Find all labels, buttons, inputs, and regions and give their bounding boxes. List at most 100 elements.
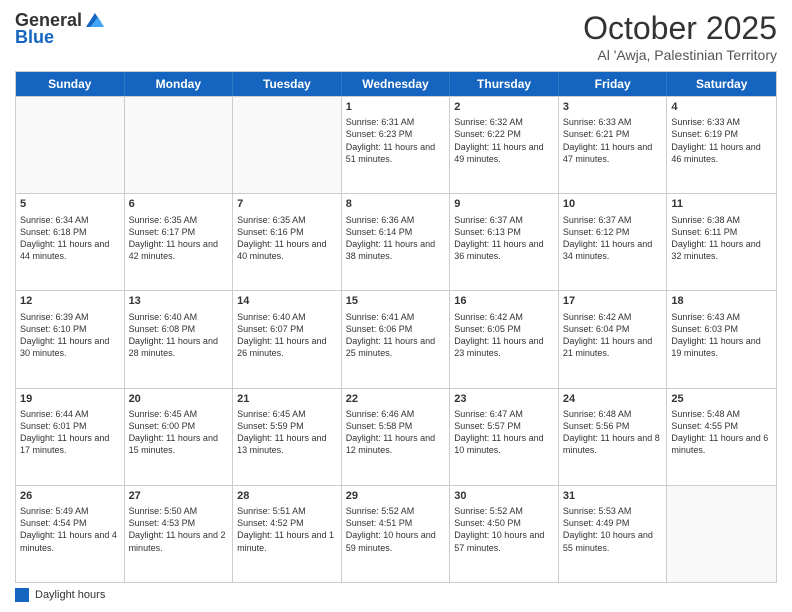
cell-day-number: 25 xyxy=(671,392,772,406)
title-block: October 2025 Al 'Awja, Palestinian Terri… xyxy=(583,10,777,63)
cell-day-number: 10 xyxy=(563,197,663,211)
cell-day-number: 13 xyxy=(129,294,229,308)
cell-info: Sunrise: 5:51 AM Sunset: 4:52 PM Dayligh… xyxy=(237,505,337,554)
cell-info: Sunrise: 6:45 AM Sunset: 5:59 PM Dayligh… xyxy=(237,408,337,457)
cell-day-number: 19 xyxy=(20,392,120,406)
cell-info: Sunrise: 6:39 AM Sunset: 6:10 PM Dayligh… xyxy=(20,311,120,360)
cal-cell-2: 2 Sunrise: 6:32 AM Sunset: 6:22 PM Daylig… xyxy=(450,97,559,193)
cal-cell-22: 22Sunrise: 6:46 AM Sunset: 5:58 PM Dayli… xyxy=(342,389,451,485)
cell-day-number: 9 xyxy=(454,197,554,211)
cell-day-number: 3 xyxy=(563,100,663,114)
cell-info: Sunrise: 5:52 AM Sunset: 4:50 PM Dayligh… xyxy=(454,505,554,554)
cal-cell-24: 24 Sunrise: 6:48 AM Sunset: 5:56 PM Dayli… xyxy=(559,389,668,485)
cell-day-number: 1 xyxy=(346,100,446,114)
cal-cell-14: 14 Sunrise: 6:40 AM Sunset: 6:07 PM Dayli… xyxy=(233,291,342,387)
cell-info: Sunrise: 6:33 AM Sunset: 6:19 PM Dayligh… xyxy=(671,116,772,165)
cell-info: Sunrise: 6:35 AM Sunset: 6:17 PM Dayligh… xyxy=(129,214,229,263)
calendar-row-2: 12 Sunrise: 6:39 AM Sunset: 6:10 PM Dayli… xyxy=(16,290,776,387)
cell-info: Sunrise: 6:46 AM Sunset: 5:58 PM Dayligh… xyxy=(346,408,446,457)
cell-day-number: 5 xyxy=(20,197,120,211)
cell-info: Sunrise: 6:37 AM Sunset: 6:12 PM Dayligh… xyxy=(563,214,663,263)
cell-day-number: 6 xyxy=(129,197,229,211)
location-title: Al 'Awja, Palestinian Territory xyxy=(583,47,777,63)
cell-info: Sunrise: 6:35 AM Sunset: 6:16 PM Dayligh… xyxy=(237,214,337,263)
cell-day-number: 11 xyxy=(671,197,772,211)
cell-info: Sunrise: 6:42 AM Sunset: 6:05 PM Dayligh… xyxy=(454,311,554,360)
cell-info: Sunrise: 6:34 AM Sunset: 6:18 PM Dayligh… xyxy=(20,214,120,263)
cell-info: Sunrise: 5:52 AM Sunset: 4:51 PM Dayligh… xyxy=(346,505,446,554)
cal-cell-27: 27 Sunrise: 5:50 AM Sunset: 4:53 PM Dayli… xyxy=(125,486,234,582)
cell-day-number: 15 xyxy=(346,294,446,308)
cal-cell-28: 28 Sunrise: 5:51 AM Sunset: 4:52 PM Dayli… xyxy=(233,486,342,582)
month-title: October 2025 xyxy=(583,10,777,47)
calendar-row-0: 1 Sunrise: 6:31 AM Sunset: 6:23 PM Daylig… xyxy=(16,96,776,193)
cal-cell-empty-0-2 xyxy=(233,97,342,193)
cell-info: Sunrise: 6:38 AM Sunset: 6:11 PM Dayligh… xyxy=(671,214,772,263)
cell-info: Sunrise: 5:48 AM Sunset: 4:55 PM Dayligh… xyxy=(671,408,772,457)
cell-day-number: 4 xyxy=(671,100,772,114)
cal-cell-21: 21Sunrise: 6:45 AM Sunset: 5:59 PM Dayli… xyxy=(233,389,342,485)
cal-cell-15: 15Sunrise: 6:41 AM Sunset: 6:06 PM Dayli… xyxy=(342,291,451,387)
cell-info: Sunrise: 6:32 AM Sunset: 6:22 PM Dayligh… xyxy=(454,116,554,165)
cell-info: Sunrise: 5:49 AM Sunset: 4:54 PM Dayligh… xyxy=(20,505,120,554)
cal-cell-empty-4-6 xyxy=(667,486,776,582)
cal-cell-1: 1 Sunrise: 6:31 AM Sunset: 6:23 PM Daylig… xyxy=(342,97,451,193)
cell-info: Sunrise: 6:37 AM Sunset: 6:13 PM Dayligh… xyxy=(454,214,554,263)
header: General Blue October 2025 Al 'Awja, Pale… xyxy=(15,10,777,63)
daylight-indicator xyxy=(15,588,29,602)
cal-cell-5: 5 Sunrise: 6:34 AM Sunset: 6:18 PM Daylig… xyxy=(16,194,125,290)
cell-day-number: 23 xyxy=(454,392,554,406)
cell-day-number: 12 xyxy=(20,294,120,308)
calendar: SundayMondayTuesdayWednesdayThursdayFrid… xyxy=(15,71,777,583)
cell-day-number: 7 xyxy=(237,197,337,211)
weekday-header-monday: Monday xyxy=(125,72,234,96)
weekday-header-wednesday: Wednesday xyxy=(342,72,451,96)
cell-day-number: 28 xyxy=(237,489,337,503)
cell-info: Sunrise: 6:45 AM Sunset: 6:00 PM Dayligh… xyxy=(129,408,229,457)
cell-info: Sunrise: 6:31 AM Sunset: 6:23 PM Dayligh… xyxy=(346,116,446,165)
cell-day-number: 20 xyxy=(129,392,229,406)
cal-cell-23: 23 Sunrise: 6:47 AM Sunset: 5:57 PM Dayli… xyxy=(450,389,559,485)
cell-info: Sunrise: 6:40 AM Sunset: 6:08 PM Dayligh… xyxy=(129,311,229,360)
cell-day-number: 29 xyxy=(346,489,446,503)
cal-cell-18: 18 Sunrise: 6:43 AM Sunset: 6:03 PM Dayli… xyxy=(667,291,776,387)
cal-cell-10: 10 Sunrise: 6:37 AM Sunset: 6:12 PM Dayli… xyxy=(559,194,668,290)
cell-info: Sunrise: 6:43 AM Sunset: 6:03 PM Dayligh… xyxy=(671,311,772,360)
weekday-header-thursday: Thursday xyxy=(450,72,559,96)
cell-day-number: 26 xyxy=(20,489,120,503)
cell-day-number: 27 xyxy=(129,489,229,503)
calendar-row-1: 5 Sunrise: 6:34 AM Sunset: 6:18 PM Daylig… xyxy=(16,193,776,290)
calendar-body: 1 Sunrise: 6:31 AM Sunset: 6:23 PM Daylig… xyxy=(16,96,776,582)
cell-info: Sunrise: 6:44 AM Sunset: 6:01 PM Dayligh… xyxy=(20,408,120,457)
cal-cell-26: 26 Sunrise: 5:49 AM Sunset: 4:54 PM Dayli… xyxy=(16,486,125,582)
cell-info: Sunrise: 6:40 AM Sunset: 6:07 PM Dayligh… xyxy=(237,311,337,360)
weekday-header-tuesday: Tuesday xyxy=(233,72,342,96)
cal-cell-empty-0-1 xyxy=(125,97,234,193)
cell-day-number: 2 xyxy=(454,100,554,114)
cal-cell-12: 12 Sunrise: 6:39 AM Sunset: 6:10 PM Dayli… xyxy=(16,291,125,387)
cell-day-number: 24 xyxy=(563,392,663,406)
cell-day-number: 18 xyxy=(671,294,772,308)
cal-cell-3: 3Sunrise: 6:33 AM Sunset: 6:21 PM Daylig… xyxy=(559,97,668,193)
cell-info: Sunrise: 6:42 AM Sunset: 6:04 PM Dayligh… xyxy=(563,311,663,360)
calendar-row-3: 19 Sunrise: 6:44 AM Sunset: 6:01 PM Dayli… xyxy=(16,388,776,485)
cal-cell-13: 13 Sunrise: 6:40 AM Sunset: 6:08 PM Dayli… xyxy=(125,291,234,387)
cell-info: Sunrise: 6:47 AM Sunset: 5:57 PM Dayligh… xyxy=(454,408,554,457)
cal-cell-8: 8Sunrise: 6:36 AM Sunset: 6:14 PM Daylig… xyxy=(342,194,451,290)
calendar-row-4: 26 Sunrise: 5:49 AM Sunset: 4:54 PM Dayli… xyxy=(16,485,776,582)
cal-cell-17: 17Sunrise: 6:42 AM Sunset: 6:04 PM Dayli… xyxy=(559,291,668,387)
cell-day-number: 16 xyxy=(454,294,554,308)
cell-info: Sunrise: 6:48 AM Sunset: 5:56 PM Dayligh… xyxy=(563,408,663,457)
calendar-header: SundayMondayTuesdayWednesdayThursdayFrid… xyxy=(16,72,776,96)
cal-cell-7: 7 Sunrise: 6:35 AM Sunset: 6:16 PM Daylig… xyxy=(233,194,342,290)
cal-cell-25: 25 Sunrise: 5:48 AM Sunset: 4:55 PM Dayli… xyxy=(667,389,776,485)
cell-day-number: 8 xyxy=(346,197,446,211)
cal-cell-31: 31Sunrise: 5:53 AM Sunset: 4:49 PM Dayli… xyxy=(559,486,668,582)
cell-day-number: 14 xyxy=(237,294,337,308)
page: General Blue October 2025 Al 'Awja, Pale… xyxy=(0,0,792,612)
cell-day-number: 31 xyxy=(563,489,663,503)
cal-cell-6: 6 Sunrise: 6:35 AM Sunset: 6:17 PM Daylig… xyxy=(125,194,234,290)
cal-cell-30: 30Sunrise: 5:52 AM Sunset: 4:50 PM Dayli… xyxy=(450,486,559,582)
weekday-header-saturday: Saturday xyxy=(667,72,776,96)
cell-info: Sunrise: 5:50 AM Sunset: 4:53 PM Dayligh… xyxy=(129,505,229,554)
